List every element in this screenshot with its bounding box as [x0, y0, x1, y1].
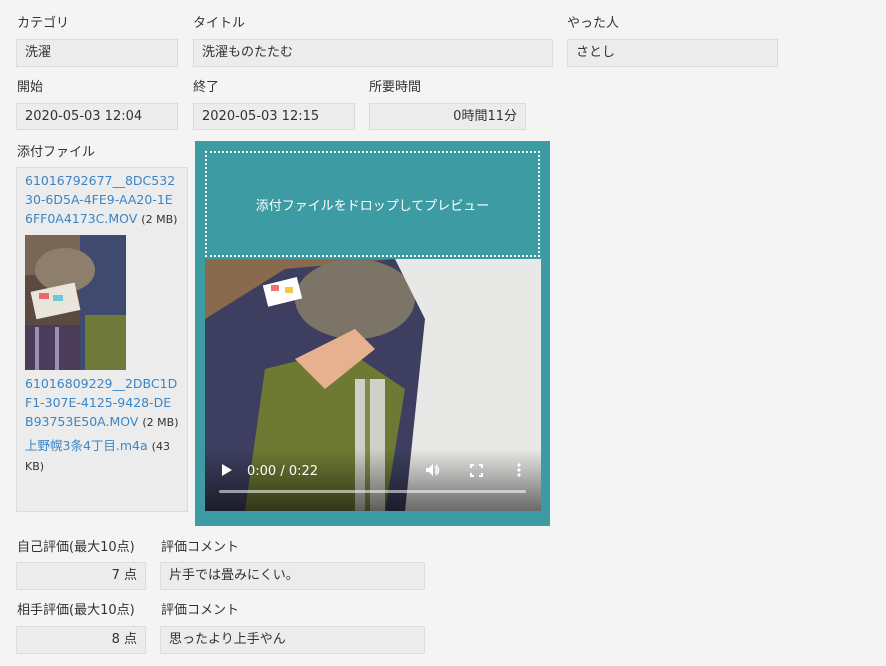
doer-label: やった人 [567, 16, 620, 31]
attachment-item: 上野幌3条4丁目.m4a (43 KB) [25, 436, 179, 476]
partner-comment-field[interactable]: 思ったより上手やん [160, 626, 425, 654]
attachments-label: 添付ファイル [17, 145, 96, 160]
self-comment-field[interactable]: 片手では畳みにくい。 [160, 562, 425, 590]
attachment-thumbnail[interactable] [25, 235, 126, 370]
attachment-size: (2 MB) [141, 213, 178, 226]
attachment-item: 61016792677__8DC53230-6D5A-4FE9-AA20-1E6… [25, 171, 179, 229]
duration-field: 0時間11分 [369, 103, 526, 130]
more-vert-icon[interactable] [517, 463, 521, 481]
partner-eval-score[interactable]: 8 点 [16, 626, 146, 654]
partner-comment-label: 評価コメント [161, 603, 240, 618]
category-field[interactable]: 洗濯 [16, 39, 178, 67]
video-player[interactable]: 0:00 / 0:22 [205, 259, 541, 511]
start-field[interactable]: 2020-05-03 12:04 [16, 103, 178, 130]
start-label: 開始 [17, 80, 44, 95]
attachment-link[interactable]: 上野幌3条4丁目.m4a [25, 438, 148, 453]
title-label: タイトル [193, 16, 246, 31]
attachment-list: 61016792677__8DC53230-6D5A-4FE9-AA20-1E6… [16, 167, 188, 512]
end-field[interactable]: 2020-05-03 12:15 [193, 103, 355, 130]
category-label: カテゴリ [17, 16, 70, 31]
drop-zone-text: 添付ファイルをドロップしてプレビュー [255, 198, 490, 214]
volume-icon[interactable] [425, 463, 441, 481]
duration-label: 所要時間 [369, 80, 422, 95]
drop-zone[interactable]: 添付ファイルをドロップしてプレビュー [205, 151, 540, 257]
fullscreen-icon[interactable] [470, 464, 483, 481]
attachment-item: 61016809229__2DBC1DF1-307E-4125-9428-DEB… [25, 374, 179, 432]
video-controls: 0:00 / 0:22 [205, 449, 541, 511]
title-field[interactable]: 洗濯ものたたむ [193, 39, 553, 67]
play-icon[interactable] [221, 463, 233, 481]
partner-eval-label: 相手評価(最大10点) [17, 603, 135, 618]
video-progress-bar[interactable] [219, 490, 526, 493]
self-comment-label: 評価コメント [161, 540, 240, 555]
video-time: 0:00 / 0:22 [247, 464, 319, 479]
end-label: 終了 [193, 80, 220, 95]
doer-field[interactable]: さとし [567, 39, 778, 67]
preview-panel: 添付ファイルをドロップしてプレビュー 0:00 / 0:22 [195, 141, 550, 526]
attachment-size: (2 MB) [142, 416, 179, 429]
self-eval-score[interactable]: 7 点 [16, 562, 146, 590]
self-eval-label: 自己評価(最大10点) [17, 540, 135, 555]
